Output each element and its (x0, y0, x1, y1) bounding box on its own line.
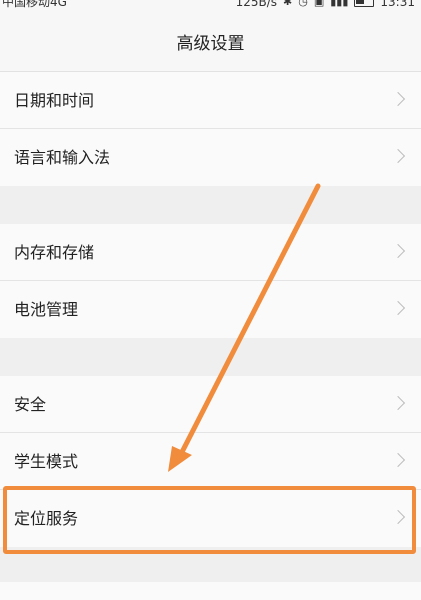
settings-item-label: 学生模式 (14, 452, 79, 471)
settings-group-1: 日期和时间 语言和输入法 (0, 72, 421, 186)
chevron-right-icon (390, 148, 406, 164)
clock: 13:31 (380, 0, 415, 9)
battery-icon (354, 0, 375, 7)
chevron-right-icon (390, 395, 406, 411)
settings-item-label: 内存和存储 (14, 243, 95, 262)
signal-icon: ▮▮▮ (330, 0, 349, 8)
chevron-right-icon (390, 243, 406, 259)
status-bar-right: 125B/s ✱ ◷ ▣ ▮▮▮ 13:31 (236, 0, 415, 8)
bluetooth-icon: ✱ (283, 0, 293, 8)
settings-item-language-input[interactable]: 语言和输入法 (0, 129, 421, 186)
image-icon: ▣ (313, 0, 325, 8)
settings-group-2: 内存和存储 电池管理 (0, 224, 421, 338)
settings-group-3: 安全 学生模式 定位服务 (0, 376, 421, 547)
chevron-right-icon (390, 300, 406, 316)
settings-item-label: 定位服务 (14, 509, 79, 528)
carrier-name: 中国移动4G (2, 0, 67, 9)
settings-item-security[interactable]: 安全 (0, 376, 421, 433)
status-bar: 中国移动4G 125B/s ✱ ◷ ▣ ▮▮▮ 13:31 (0, 0, 421, 12)
page-title: 高级设置 (0, 12, 421, 72)
chevron-right-icon (390, 91, 406, 107)
chevron-right-icon (390, 509, 406, 525)
section-divider (0, 338, 421, 376)
settings-group-4-partial (0, 582, 421, 600)
alarm-icon: ◷ (298, 0, 308, 8)
section-divider (0, 186, 421, 224)
settings-item-label: 日期和时间 (14, 91, 95, 110)
section-divider (0, 547, 421, 582)
settings-item-label: 电池管理 (14, 300, 79, 319)
settings-item-memory-storage[interactable]: 内存和存储 (0, 224, 421, 281)
chevron-right-icon (390, 452, 406, 468)
settings-item-label: 语言和输入法 (14, 148, 111, 167)
network-speed: 125B/s (235, 0, 277, 9)
settings-item-date-time[interactable]: 日期和时间 (0, 72, 421, 129)
settings-item-location-service[interactable]: 定位服务 (0, 490, 421, 547)
settings-item-student-mode[interactable]: 学生模式 (0, 433, 421, 490)
settings-item-battery[interactable]: 电池管理 (0, 281, 421, 338)
settings-item-label: 安全 (14, 395, 47, 414)
